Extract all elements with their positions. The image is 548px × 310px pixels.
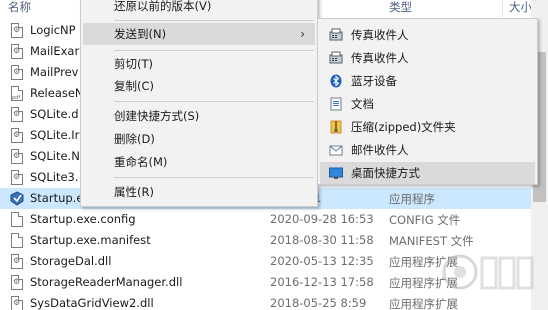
dll-icon — [11, 170, 23, 185]
file-date: 2020-05-13 12:35 — [270, 254, 374, 268]
bluetooth-icon — [330, 74, 342, 88]
file-name: StorageDal.dll — [30, 254, 112, 268]
send-to-mail-recipient[interactable]: 邮件收件人 — [320, 139, 535, 161]
menu-item-label: 创建快捷方式(S) — [114, 109, 200, 123]
dll-icon — [11, 107, 23, 122]
file-name: Startup.e — [30, 191, 84, 205]
file-name: SysDataGridView2.dll — [30, 296, 154, 310]
send-to-documents[interactable]: 文档 — [320, 93, 535, 115]
menu-item-label: 发送到(N) — [114, 27, 167, 41]
menu-item-cut[interactable]: 剪切(T) — [83, 53, 315, 75]
fax-icon — [329, 51, 343, 64]
file-name: Startup.exe.config — [30, 212, 136, 226]
file-icon — [11, 233, 23, 248]
send-to-bluetooth-device[interactable]: 蓝牙设备 — [320, 70, 535, 92]
fax-icon — [329, 28, 343, 41]
file-name: Startup.exe.manifest — [30, 233, 151, 247]
submenu-item-label: 桌面快捷方式 — [351, 166, 420, 180]
submenu-item-label: 传真收件人 — [351, 28, 409, 42]
dll-icon — [11, 254, 23, 269]
file-row[interactable]: Startup.exe.config 2020-09-28 16:53 CONFIG… — [0, 209, 548, 230]
submenu-item-label: 蓝牙设备 — [351, 74, 397, 88]
dll-icon — [11, 275, 23, 290]
mail-icon — [329, 145, 343, 156]
send-to-zipped-folder[interactable]: 压缩(zipped)文件夹 — [320, 116, 535, 138]
menu-item-send-to[interactable]: 发送到(N) › — [83, 23, 315, 45]
file-name: SQLite.Ir — [30, 128, 80, 142]
menu-item-copy[interactable]: 复制(C) — [83, 75, 315, 97]
menu-item-label: 属性(R) — [114, 185, 154, 199]
submenu-item-label: 压缩(zipped)文件夹 — [351, 120, 456, 134]
file-name: SQLite3. — [30, 170, 79, 184]
menu-item-create-shortcut[interactable]: 创建快捷方式(S) — [83, 105, 315, 127]
column-type-header[interactable]: 类型 — [389, 0, 412, 15]
desktop-icon — [329, 167, 343, 179]
submenu-arrow-icon: › — [300, 27, 305, 41]
submenu-item-label: 文档 — [351, 97, 374, 111]
menu-separator — [114, 50, 314, 51]
column-size-header[interactable]: 大小 — [509, 0, 532, 15]
file-date: 2020-09-28 16:53 — [270, 212, 374, 226]
file-name: LogicNP — [30, 23, 76, 37]
file-type: 应用程序 — [389, 192, 435, 206]
watermark-logo-icon — [442, 254, 534, 290]
dll-icon — [11, 65, 23, 80]
menu-separator — [114, 101, 314, 102]
send-to-desktop-shortcut[interactable]: 桌面快捷方式 — [320, 162, 535, 184]
zip-folder-icon — [330, 120, 342, 134]
dll-icon — [11, 44, 23, 59]
column-name-header[interactable]: 名称 — [8, 0, 31, 15]
menu-separator — [114, 20, 314, 21]
menu-item-restore-previous-versions[interactable]: 还原以前的版本(V) — [83, 0, 315, 17]
menu-item-rename[interactable]: 重命名(M) — [83, 151, 315, 173]
file-name: MailExar — [30, 44, 80, 58]
menu-separator — [114, 177, 314, 178]
dll-icon — [11, 23, 23, 38]
context-menu: 还原以前的版本(V) 发送到(N) › 剪切(T) 复制(C) 创建快捷方式(S)… — [80, 0, 318, 207]
send-to-fax-recipient-2[interactable]: 传真收件人 — [320, 47, 535, 69]
file-icon — [11, 212, 23, 227]
documents-icon — [330, 97, 342, 111]
submenu-item-label: 传真收件人 — [351, 51, 409, 65]
file-name: StorageReaderManager.dll — [30, 275, 183, 289]
column-divider[interactable] — [502, 0, 503, 17]
submenu-item-label: 邮件收件人 — [351, 143, 409, 157]
file-name: ReleaseN — [30, 86, 84, 100]
dll-icon — [11, 296, 23, 310]
file-name: MailPrev — [30, 65, 79, 79]
menu-item-delete[interactable]: 删除(D) — [83, 128, 315, 150]
file-name: SQLite.d — [30, 107, 79, 121]
dll-icon — [11, 128, 23, 143]
menu-item-label: 重命名(M) — [114, 155, 168, 169]
menu-item-label: 还原以前的版本(V) — [114, 0, 212, 13]
menu-item-label: 复制(C) — [114, 79, 155, 93]
send-to-submenu: 传真收件人 传真收件人 蓝牙设备 文档 压缩(zipped)文件夹 邮件收件人 … — [317, 18, 538, 185]
file-date: 2018-08-30 11:58 — [270, 233, 374, 247]
menu-item-label: 剪切(T) — [114, 57, 153, 71]
file-type: CONFIG 文件 — [389, 213, 461, 227]
dll-icon — [11, 149, 23, 164]
file-name: SQLite.N — [30, 149, 80, 163]
send-to-fax-recipient[interactable]: 传真收件人 — [320, 24, 535, 46]
file-date: 2016-12-13 17:58 — [270, 275, 374, 289]
menu-item-label: 删除(D) — [114, 132, 155, 146]
menu-item-properties[interactable]: 属性(R) — [83, 181, 315, 203]
file-date: 2018-05-25 8:59 — [270, 296, 367, 310]
exe-icon — [10, 191, 24, 206]
pdf-icon — [11, 86, 23, 101]
